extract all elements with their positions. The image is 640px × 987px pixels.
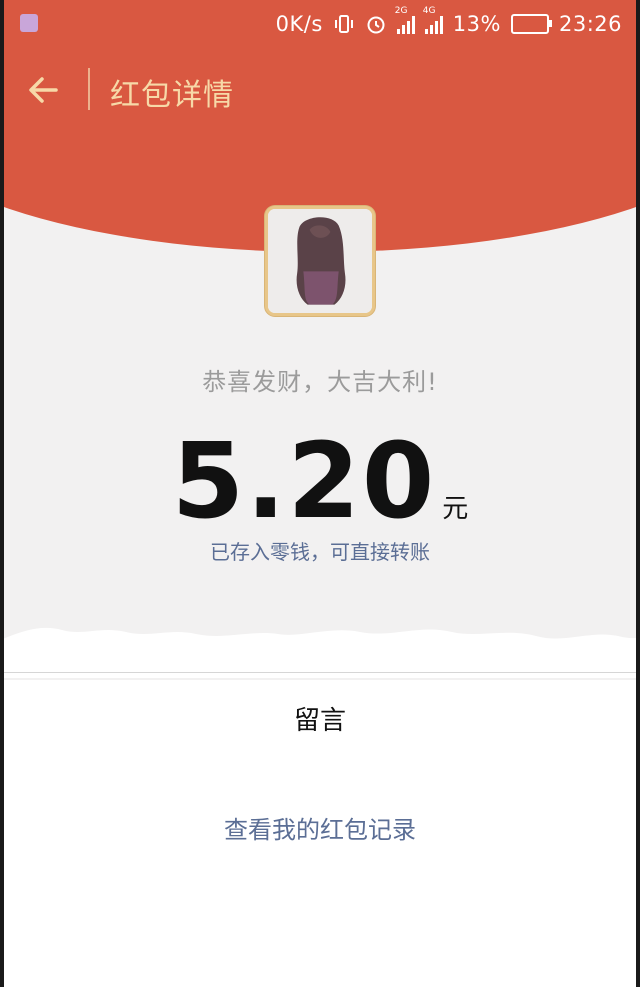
battery-icon xyxy=(510,14,552,34)
alarm-icon xyxy=(367,16,385,34)
sender-avatar[interactable] xyxy=(265,206,375,316)
avatar-image xyxy=(268,209,372,313)
signal-4g-label: 4G xyxy=(422,6,436,16)
signal-2g-icon: 2G xyxy=(395,6,415,34)
network-speed: 0K/s xyxy=(275,12,323,36)
messages-label: 留言 xyxy=(293,706,346,736)
amount-value: 5.20 xyxy=(171,420,437,542)
back-arrow-icon xyxy=(29,77,58,103)
section-divider xyxy=(0,672,640,673)
status-indicators: 0K/s 2G 4G 13% 23:26 xyxy=(275,6,622,36)
clock: 23:26 xyxy=(558,12,622,36)
app-screen: 0K/s 2G 4G 13% 23:26 红包详情 恭喜发财，大吉大利! 5.2… xyxy=(0,0,640,987)
page-title: 红包详情 xyxy=(110,78,234,113)
nav-bar: 红包详情 xyxy=(0,52,640,128)
back-button[interactable] xyxy=(24,70,64,110)
signal-2g-label: 2G xyxy=(394,6,408,16)
notification-icon xyxy=(20,14,38,32)
torn-edge-decoration xyxy=(0,627,640,678)
vibrate-icon xyxy=(334,15,353,33)
signal-4g-icon: 4G xyxy=(423,6,443,34)
amount-display: 5.20 元 xyxy=(0,420,640,542)
status-bar: 0K/s 2G 4G 13% 23:26 xyxy=(0,0,640,52)
greeting-message: 恭喜发财，大吉大利! xyxy=(202,368,438,396)
view-records-link[interactable]: 查看我的红包记录 xyxy=(0,810,640,845)
nav-divider xyxy=(88,68,90,110)
wallet-deposit-link[interactable]: 已存入零钱，可直接转账 xyxy=(0,536,640,565)
battery-percent: 13% xyxy=(452,12,501,36)
amount-unit: 元 xyxy=(442,494,469,524)
